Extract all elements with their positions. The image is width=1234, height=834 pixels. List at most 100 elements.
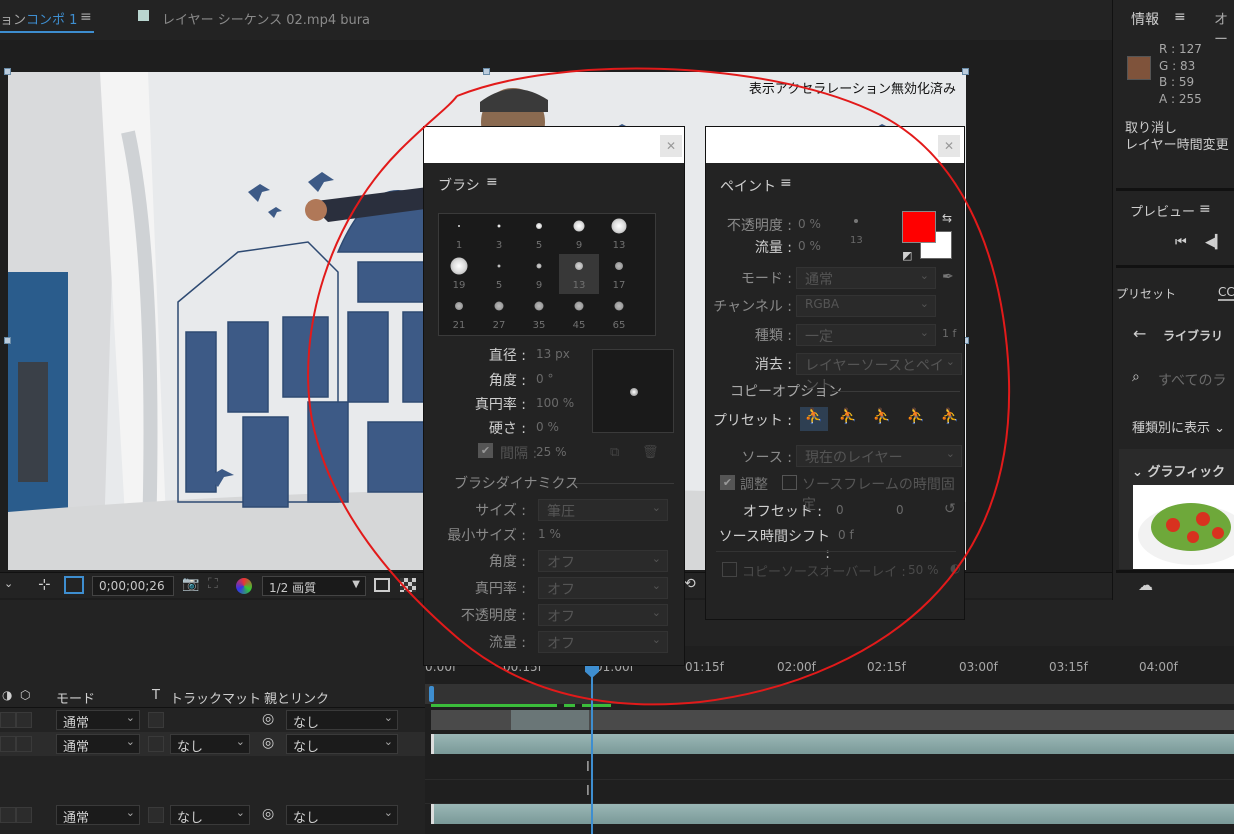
default-colors-icon[interactable]: ◩ <box>902 249 912 262</box>
brush-tips-grid[interactable]: 1 3 5 9 13 19 5 9 13 17 21 27 35 45 65 <box>438 213 656 336</box>
clone-preset-5-icon[interactable]: ⛹ <box>938 407 962 431</box>
hardness-value[interactable]: 0 % <box>536 420 559 434</box>
close-icon[interactable]: ✕ <box>660 135 682 157</box>
pickwhip-icon[interactable]: ◎ <box>262 735 274 751</box>
erase-dropdown[interactable]: レイヤーソースとペイント ⌄ <box>796 353 962 394</box>
view-by-type-dropdown[interactable]: 種類別に表示 ⌄ <box>1132 417 1225 436</box>
show-snapshot-icon[interactable]: ⛶ <box>208 576 218 592</box>
layer-bar-segment[interactable] <box>511 710 589 730</box>
diameter-value[interactable]: 13 px <box>536 347 570 361</box>
back-arrow-icon[interactable]: ← <box>1133 324 1146 343</box>
preview-menu-icon[interactable]: ≡ <box>1199 201 1211 217</box>
previous-frame-icon[interactable]: ◀▎ <box>1205 235 1225 250</box>
track-matte-dropdown[interactable]: なし ⌄ <box>170 805 250 826</box>
col-parent-link[interactable]: 親とリンク <box>264 688 329 707</box>
brush-tip[interactable]: 45 <box>559 294 599 334</box>
cloud-icon[interactable]: ☁ <box>1138 576 1153 594</box>
layer-clip[interactable] <box>431 804 1234 824</box>
col-mode[interactable]: モード <box>56 688 95 707</box>
clone-preset-1-icon[interactable]: ⛹ <box>800 407 828 431</box>
lock-3d-icon[interactable]: ⬡ <box>20 688 30 702</box>
brush-tip[interactable]: 17 <box>599 254 639 294</box>
brush-tip[interactable]: 27 <box>479 294 519 334</box>
new-brush-icon[interactable]: ⧉ <box>610 445 619 460</box>
tab-effects-presets[interactable]: プリセット <box>1116 285 1176 302</box>
difference-mode-icon[interactable]: ◐ <box>950 561 960 575</box>
layer-mode-dropdown[interactable]: 通常 ⌄ <box>56 710 140 731</box>
clone-overlay-checkbox[interactable] <box>722 562 737 577</box>
dyn-angle-dropdown[interactable]: オフ ⌄ <box>538 550 668 572</box>
brush-tip[interactable]: 19 <box>439 254 479 294</box>
col-preserve-transparency[interactable]: T <box>152 688 160 703</box>
lock-source-time-checkbox[interactable] <box>782 475 797 490</box>
roundness-value[interactable]: 100 % <box>536 396 574 410</box>
library-search-input[interactable]: すべてのラ <box>1158 370 1234 390</box>
graphic-thumbnail[interactable] <box>1133 485 1234 569</box>
channel-dropdown[interactable]: RGBA ⌄ <box>796 295 936 317</box>
preserve-transparency-checkbox[interactable] <box>148 736 164 752</box>
reset-offset-icon[interactable]: ↺ <box>944 501 956 517</box>
layer-switch[interactable] <box>16 736 32 752</box>
layer-switch[interactable] <box>0 807 16 823</box>
brush-tip[interactable]: 3 <box>479 214 519 254</box>
brush-tip[interactable]: 9 <box>559 214 599 254</box>
preserve-transparency-checkbox[interactable] <box>148 712 164 728</box>
layer-switch[interactable] <box>0 736 16 752</box>
grid-guides-icon[interactable]: ⊹ <box>38 575 51 593</box>
eyedropper-icon[interactable]: ✒ <box>942 269 954 285</box>
tab-menu-icon[interactable]: ≡ <box>80 9 92 25</box>
work-area-bar[interactable] <box>425 684 1234 704</box>
layer-row[interactable]: 通常 ⌄ なし ⌄ ◎ なし ⌄ <box>0 732 425 756</box>
parent-dropdown[interactable]: なし ⌄ <box>286 734 398 755</box>
dyn-roundness-dropdown[interactable]: オフ ⌄ <box>538 577 668 599</box>
layer-row[interactable]: 通常 ⌄ なし ⌄ ◎ なし ⌄ <box>0 803 425 827</box>
layer-mode-dropdown[interactable]: 通常 ⌄ <box>56 805 140 826</box>
brush-tip[interactable]: 9 <box>519 254 559 294</box>
tab-layer[interactable]: レイヤー シーケンス 02.mp4 bura <box>162 9 370 28</box>
brush-tip[interactable]: 65 <box>599 294 639 334</box>
info-panel-title[interactable]: 情報 <box>1131 9 1159 29</box>
layer-switch[interactable] <box>16 712 32 728</box>
clone-preset-2-icon[interactable]: ⛹ <box>836 407 860 431</box>
foreground-color-swatch[interactable] <box>902 211 936 243</box>
spacing-checkbox[interactable]: ✔ <box>478 443 493 458</box>
timeline-track-area[interactable]: 0:00f 00:15f 01:00f 01:15f 02:00f 02:15f… <box>425 646 1234 834</box>
pickwhip-icon[interactable]: ◎ <box>262 806 274 822</box>
parent-dropdown[interactable]: なし ⌄ <box>286 710 398 731</box>
transparency-grid-icon[interactable] <box>64 576 84 594</box>
mode-dropdown[interactable]: 通常 ⌄ <box>796 267 936 289</box>
tab-cc-libraries[interactable]: CC <box>1218 285 1234 301</box>
offset-y-value[interactable]: 0 <box>896 503 904 517</box>
current-time-field[interactable]: 0;00;00;26 <box>92 576 174 596</box>
preview-panel-title[interactable]: プレビュー <box>1130 201 1195 220</box>
dyn-minsize-value[interactable]: 1 % <box>538 527 561 541</box>
clone-overlay-value[interactable]: 50 % <box>908 563 939 577</box>
brush-tip[interactable]: 13 <box>599 214 639 254</box>
brush-menu-icon[interactable]: ≡ <box>486 174 498 190</box>
brush-tip[interactable]: 5 <box>479 254 519 294</box>
parent-dropdown[interactable]: なし ⌄ <box>286 805 398 826</box>
dyn-flow-dropdown[interactable]: オフ ⌄ <box>538 631 668 653</box>
brush-tip[interactable]: 5 <box>519 214 559 254</box>
graphics-heading[interactable]: ⌄ グラフィック <box>1132 461 1225 480</box>
brush-tip[interactable]: 1 <box>439 214 479 254</box>
snapshot-icon[interactable]: 📷 <box>182 576 199 592</box>
delete-brush-icon[interactable]: 🗑 <box>642 445 659 460</box>
layer-switch[interactable] <box>16 807 32 823</box>
flow-value[interactable]: 0 % <box>798 239 821 253</box>
duration-frames[interactable]: 1 f <box>942 327 956 340</box>
offset-x-value[interactable]: 0 <box>836 503 844 517</box>
duration-dropdown[interactable]: 一定 ⌄ <box>796 324 936 346</box>
opacity-value[interactable]: 0 % <box>798 217 821 231</box>
tab-audio[interactable]: オー <box>1214 9 1234 49</box>
layer-handle-tc[interactable] <box>483 68 490 75</box>
close-icon[interactable]: ✕ <box>938 135 960 157</box>
clone-preset-4-icon[interactable]: ⛹ <box>904 407 928 431</box>
playhead-line[interactable] <box>591 666 593 834</box>
dyn-size-dropdown[interactable]: 筆圧 ⌄ <box>538 499 668 521</box>
brush-tip-selected[interactable]: 13 <box>559 254 599 294</box>
brush-panel-titlebar[interactable] <box>424 127 684 163</box>
channel-icon[interactable] <box>236 578 252 594</box>
swap-colors-icon[interactable]: ⇆ <box>942 211 952 225</box>
fast-preview-icon[interactable]: ⟲ <box>684 576 696 592</box>
